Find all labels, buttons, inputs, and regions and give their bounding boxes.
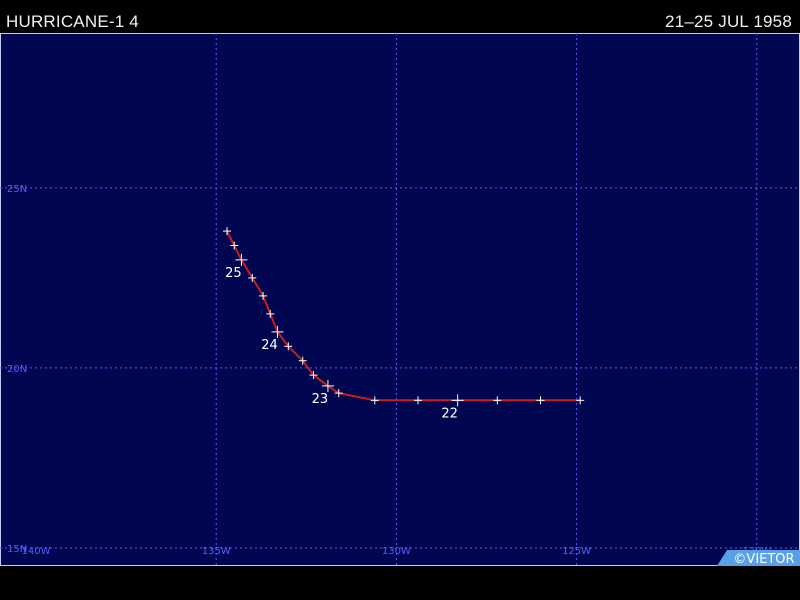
day-label: 22	[441, 406, 458, 421]
longitude-label: 135W	[202, 546, 231, 557]
ocean-background	[0, 33, 800, 566]
credit-badge: ©VIETOR	[717, 550, 800, 567]
track-map: 25N20N15N 140W135W130W125W120W 22232425 …	[0, 33, 800, 567]
latitude-label: 20N	[7, 364, 27, 375]
longitude-label: 140W	[22, 546, 51, 557]
date-range: 21–25 JUL 1958	[665, 12, 792, 31]
credit-text: ©VIETOR	[733, 552, 794, 566]
latitude-label: 25N	[7, 184, 27, 195]
longitude-label: 125W	[562, 546, 591, 557]
map-canvas: 25N20N15N 140W135W130W125W120W 22232425 …	[0, 33, 800, 567]
storm-name: HURRICANE-1 4	[6, 12, 139, 31]
bottom-bar	[0, 566, 800, 600]
day-label: 23	[312, 392, 329, 407]
day-label: 24	[261, 338, 278, 353]
longitude-label: 130W	[382, 546, 411, 557]
title-bar: HURRICANE-1 4 21–25 JUL 1958	[0, 0, 800, 33]
day-label: 25	[225, 266, 242, 281]
